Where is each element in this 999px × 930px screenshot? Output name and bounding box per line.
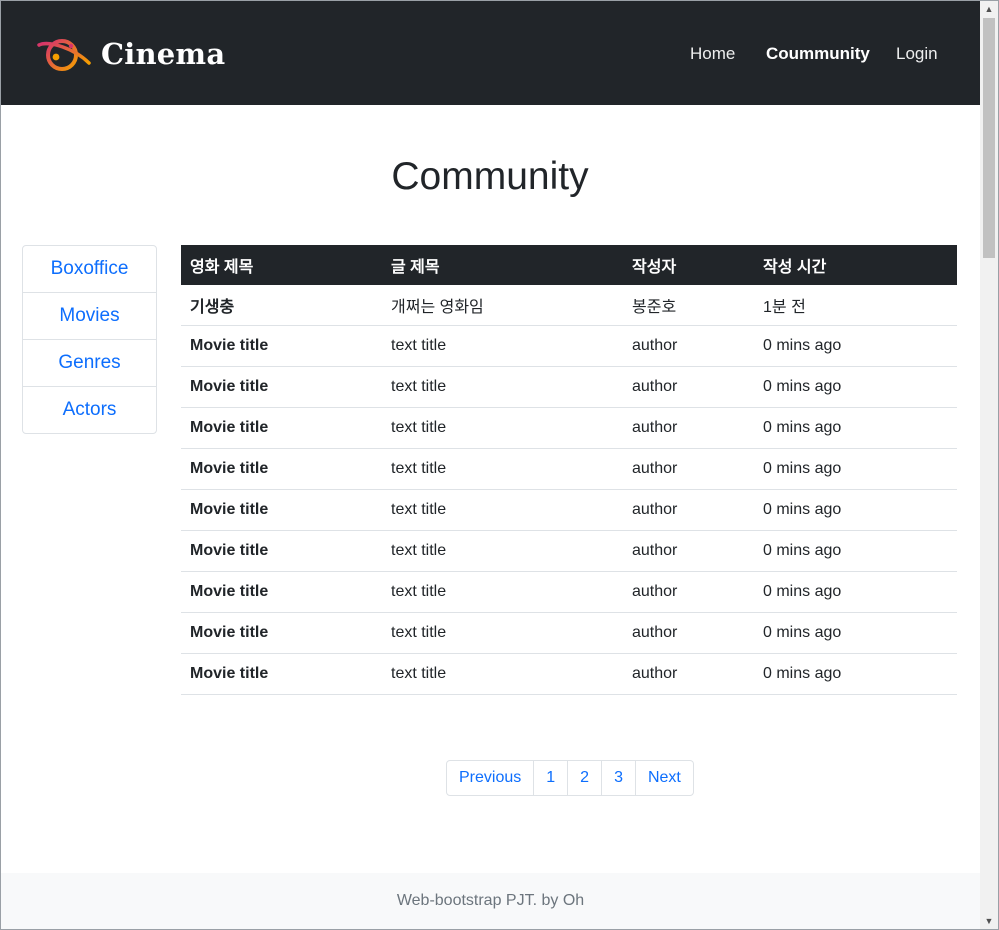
cell-author: author — [623, 489, 754, 531]
table-row[interactable]: 기생충 개쩌는 영화임 봉준호 1분 전 — [181, 285, 957, 326]
cell-movie-title[interactable]: Movie title — [181, 407, 382, 449]
table-row[interactable]: Movie title text title author 0 mins ago — [181, 366, 957, 408]
cell-author: 봉준호 — [623, 285, 754, 326]
pagination-previous[interactable]: Previous — [447, 761, 533, 795]
footer-text: Web-bootstrap PJT. by Oh — [396, 892, 585, 909]
table-row[interactable]: Movie title text title author 0 mins ago — [181, 448, 957, 490]
pagination-page-1[interactable]: 1 — [533, 761, 567, 795]
cell-post-title[interactable]: text title — [382, 325, 623, 367]
cell-post-title[interactable]: text title — [382, 448, 623, 490]
cell-created-time: 0 mins ago — [754, 530, 957, 572]
cell-author: author — [623, 571, 754, 613]
vertical-scrollbar[interactable]: ▲ ▼ — [980, 1, 998, 929]
brand-name: Cinema — [101, 37, 226, 71]
brand[interactable]: Cinema — [35, 31, 225, 77]
cell-author: author — [623, 407, 754, 449]
cell-post-title[interactable]: text title — [382, 571, 623, 613]
sidebar-item-genres[interactable]: Genres — [23, 340, 156, 387]
cell-movie-title[interactable]: Movie title — [181, 571, 382, 613]
cell-movie-title[interactable]: Movie title — [181, 325, 382, 367]
cell-created-time: 1분 전 — [754, 285, 957, 326]
cell-author: author — [623, 653, 754, 695]
page-title: Community — [391, 155, 589, 198]
column-header-post-title: 글 제목 — [382, 245, 623, 285]
table-row[interactable]: Movie title text title author 0 mins ago — [181, 489, 957, 531]
cell-post-title[interactable]: 개쩌는 영화임 — [382, 285, 623, 326]
nav-link-home[interactable]: Home — [690, 42, 735, 66]
cell-movie-title[interactable]: Movie title — [181, 489, 382, 531]
pagination-page-2[interactable]: 2 — [567, 761, 601, 795]
cell-created-time: 0 mins ago — [754, 325, 957, 367]
scroll-up-arrow-icon[interactable]: ▲ — [980, 1, 998, 17]
cell-post-title[interactable]: text title — [382, 489, 623, 531]
cell-post-title[interactable]: text title — [382, 407, 623, 449]
sidebar-list-group: Boxoffice Movies Genres Actors — [22, 245, 157, 434]
cell-movie-title[interactable]: Movie title — [181, 653, 382, 695]
cell-created-time: 0 mins ago — [754, 653, 957, 695]
pagination-page-3[interactable]: 3 — [601, 761, 635, 795]
cell-created-time: 0 mins ago — [754, 489, 957, 531]
cell-post-title[interactable]: text title — [382, 612, 623, 654]
scroll-down-arrow-icon[interactable]: ▼ — [980, 913, 998, 929]
nav-link-login[interactable]: Login — [896, 42, 938, 66]
table-body: 기생충 개쩌는 영화임 봉준호 1분 전 Movie title text title au… — [181, 285, 957, 695]
cell-author: author — [623, 325, 754, 367]
sidebar-item-actors[interactable]: Actors — [23, 387, 156, 433]
cell-movie-title[interactable]: Movie title — [181, 448, 382, 490]
cell-author: author — [623, 530, 754, 572]
table-header-row: 영화 제목 글 제목 작성자 작성 시간 — [181, 245, 957, 285]
community-posts-table: 영화 제목 글 제목 작성자 작성 시간 기생충 개쩌는 영화임 봉준호 1분 전 Mo… — [181, 245, 957, 695]
cell-movie-title[interactable]: Movie title — [181, 530, 382, 572]
cell-created-time: 0 mins ago — [754, 448, 957, 490]
scroll-thumb[interactable] — [983, 18, 995, 258]
cell-author: author — [623, 366, 754, 408]
cell-post-title[interactable]: text title — [382, 653, 623, 695]
table-header: 영화 제목 글 제목 작성자 작성 시간 — [181, 245, 957, 285]
pagination-next[interactable]: Next — [634, 761, 693, 795]
cell-post-title[interactable]: text title — [382, 366, 623, 408]
cell-movie-title[interactable]: Movie title — [181, 612, 382, 654]
nav-link-community[interactable]: Coummunity — [766, 42, 870, 66]
column-header-author: 작성자 — [623, 245, 754, 285]
table-row[interactable]: Movie title text title author 0 mins ago — [181, 571, 957, 613]
table-row[interactable]: Movie title text title author 0 mins ago — [181, 530, 957, 572]
sidebar-item-movies[interactable]: Movies — [23, 293, 156, 340]
cell-created-time: 0 mins ago — [754, 571, 957, 613]
sidebar-item-boxoffice[interactable]: Boxoffice — [23, 246, 156, 293]
cell-post-title[interactable]: text title — [382, 530, 623, 572]
navbar: Cinema Home Coummunity Login — [1, 1, 980, 105]
cell-movie-title[interactable]: 기생충 — [181, 285, 382, 326]
column-header-created-time: 작성 시간 — [754, 245, 957, 285]
cell-created-time: 0 mins ago — [754, 366, 957, 408]
table-row[interactable]: Movie title text title author 0 mins ago — [181, 407, 957, 449]
table-row[interactable]: Movie title text title author 0 mins ago — [181, 653, 957, 695]
cell-created-time: 0 mins ago — [754, 407, 957, 449]
pagination: Previous 1 2 3 Next — [446, 760, 694, 796]
cell-movie-title[interactable]: Movie title — [181, 366, 382, 408]
cell-author: author — [623, 612, 754, 654]
cell-author: author — [623, 448, 754, 490]
table-row[interactable]: Movie title text title author 0 mins ago — [181, 612, 957, 654]
footer: Web-bootstrap PJT. by Oh — [1, 873, 980, 929]
column-header-movie-title: 영화 제목 — [181, 245, 382, 285]
table-row[interactable]: Movie title text title author 0 mins ago — [181, 325, 957, 367]
cell-created-time: 0 mins ago — [754, 612, 957, 654]
planet-logo-icon — [37, 39, 91, 71]
